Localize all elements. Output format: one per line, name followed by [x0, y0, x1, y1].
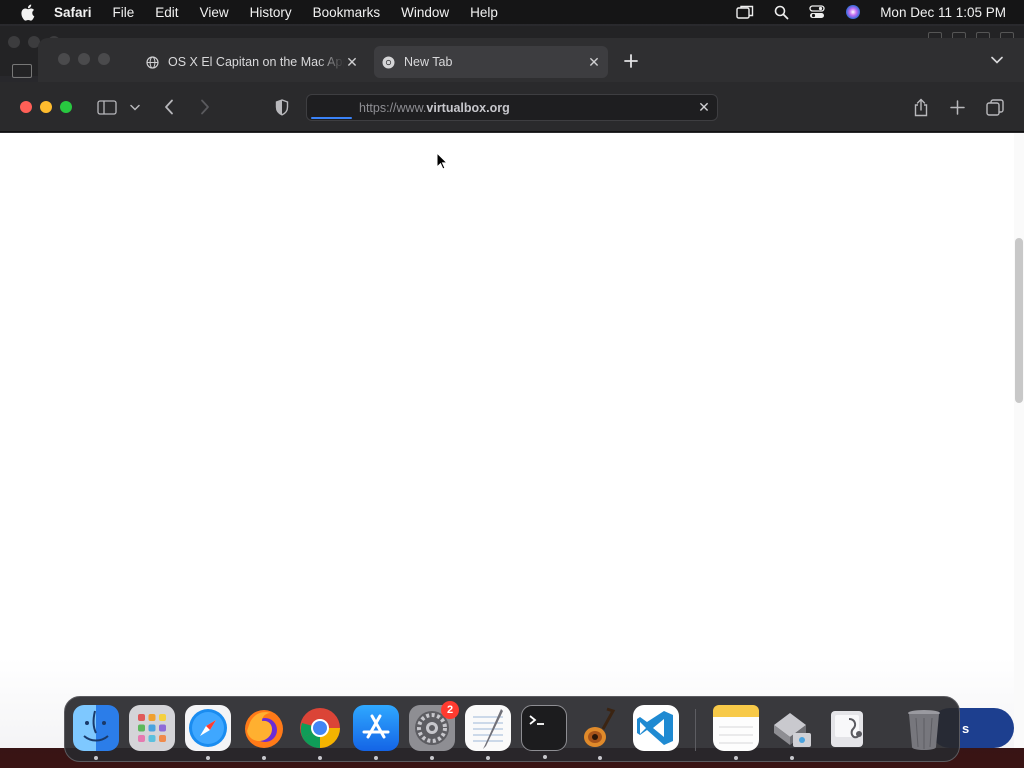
menu-bookmarks[interactable]: Bookmarks	[313, 5, 381, 20]
tab-title: OS X El Capitan on the Mac App Store	[168, 55, 344, 69]
safari-window: OS X El Capitan on the Mac App Store ✕ N…	[0, 38, 1024, 133]
mouse-cursor-icon	[436, 151, 449, 170]
background-sidebar-icon	[12, 64, 32, 78]
menu-window[interactable]: Window	[401, 5, 449, 20]
menu-app-name[interactable]: Safari	[54, 5, 92, 20]
finder-icon[interactable]	[73, 705, 119, 760]
menu-history[interactable]: History	[250, 5, 292, 20]
chrome-icon[interactable]	[297, 705, 343, 760]
menu-view[interactable]: View	[200, 5, 229, 20]
dock-separator	[695, 709, 696, 751]
notification-badge: 2	[441, 701, 459, 719]
running-indicator	[598, 756, 602, 760]
tab-overview-icon[interactable]	[984, 96, 1006, 118]
migration-icon[interactable]	[769, 705, 815, 760]
screen-mirroring-icon[interactable]	[736, 4, 754, 20]
tab-title: New Tab	[404, 55, 453, 69]
safari-icon[interactable]	[185, 705, 231, 760]
system-settings-icon[interactable]: 2	[409, 701, 459, 760]
address-bar[interactable]: https://www.virtualbox.org ✕	[306, 94, 718, 121]
window-controls	[20, 101, 72, 113]
spotlight-search-icon[interactable]	[772, 4, 790, 20]
privacy-report-shield-icon[interactable]	[273, 96, 291, 118]
address-url[interactable]: https://www.virtualbox.org	[359, 101, 695, 115]
tab-new-tab[interactable]: New Tab ✕	[374, 46, 608, 78]
vscode-icon[interactable]	[633, 705, 679, 751]
running-indicator	[430, 756, 434, 760]
toolbar: https://www.virtualbox.org ✕	[0, 82, 1024, 132]
textedit-icon[interactable]	[465, 705, 511, 760]
chevron-down-icon[interactable]	[990, 55, 1004, 65]
inactive-window-controls	[58, 53, 110, 65]
menu-bar-clock[interactable]: Mon Dec 11 1:05 PM	[880, 5, 1006, 20]
menu-help[interactable]: Help	[470, 5, 498, 20]
stop-loading-icon[interactable]: ✕	[695, 99, 713, 117]
url-prefix: https://www.	[359, 100, 427, 115]
siri-icon[interactable]	[844, 4, 862, 20]
running-indicator	[318, 756, 322, 760]
scrollbar-thumb[interactable]	[1015, 238, 1023, 403]
running-indicator	[790, 756, 794, 760]
garageband-icon[interactable]	[577, 705, 623, 760]
tab-bar: OS X El Capitan on the Mac App Store ✕ N…	[38, 38, 1024, 82]
close-tab-icon[interactable]: ✕	[586, 54, 602, 70]
back-icon[interactable]	[160, 96, 178, 118]
notes-icon[interactable]	[713, 705, 759, 760]
share-icon[interactable]	[910, 96, 932, 118]
menu-file[interactable]: File	[113, 5, 135, 20]
tab-el-capitan[interactable]: OS X El Capitan on the Mac App Store ✕	[138, 46, 366, 78]
disk-utility-icon[interactable]	[825, 705, 871, 751]
running-indicator	[206, 756, 210, 760]
running-indicator	[486, 756, 490, 760]
close-tab-icon[interactable]: ✕	[344, 54, 360, 70]
zoom-window-button[interactable]	[60, 101, 72, 113]
sidebar-menu-chevron-icon[interactable]	[128, 96, 142, 118]
running-indicator	[374, 756, 378, 760]
running-indicator	[543, 755, 547, 759]
url-domain: virtualbox.org	[426, 100, 510, 115]
menu-bar: Safari File Edit View History Bookmarks …	[0, 0, 1024, 24]
dock: 2	[64, 696, 960, 762]
running-indicator	[94, 756, 98, 760]
running-indicator	[262, 756, 266, 760]
new-tab-plus-icon[interactable]	[623, 53, 639, 69]
menu-edit[interactable]: Edit	[155, 5, 178, 20]
vertical-scrollbar[interactable]	[1014, 133, 1024, 748]
sidebar-toggle-icon[interactable]	[96, 96, 118, 118]
control-center-icon[interactable]	[808, 4, 826, 20]
running-indicator	[734, 756, 738, 760]
chrome-icon	[381, 55, 395, 69]
floating-button-label: s	[962, 720, 970, 736]
app-store-icon[interactable]	[353, 705, 399, 760]
page-load-progress	[311, 117, 352, 119]
close-window-button[interactable]	[20, 101, 32, 113]
apple-menu-icon[interactable]	[18, 3, 36, 21]
forward-icon[interactable]	[196, 96, 214, 118]
firefox-icon[interactable]	[241, 705, 287, 760]
terminal-icon[interactable]	[521, 705, 567, 759]
web-page-content[interactable]: s	[0, 133, 1024, 748]
trash-icon[interactable]	[901, 705, 947, 751]
globe-icon	[145, 55, 159, 69]
new-tab-icon[interactable]	[946, 96, 968, 118]
launchpad-icon[interactable]	[129, 705, 175, 751]
minimize-window-button[interactable]	[40, 101, 52, 113]
